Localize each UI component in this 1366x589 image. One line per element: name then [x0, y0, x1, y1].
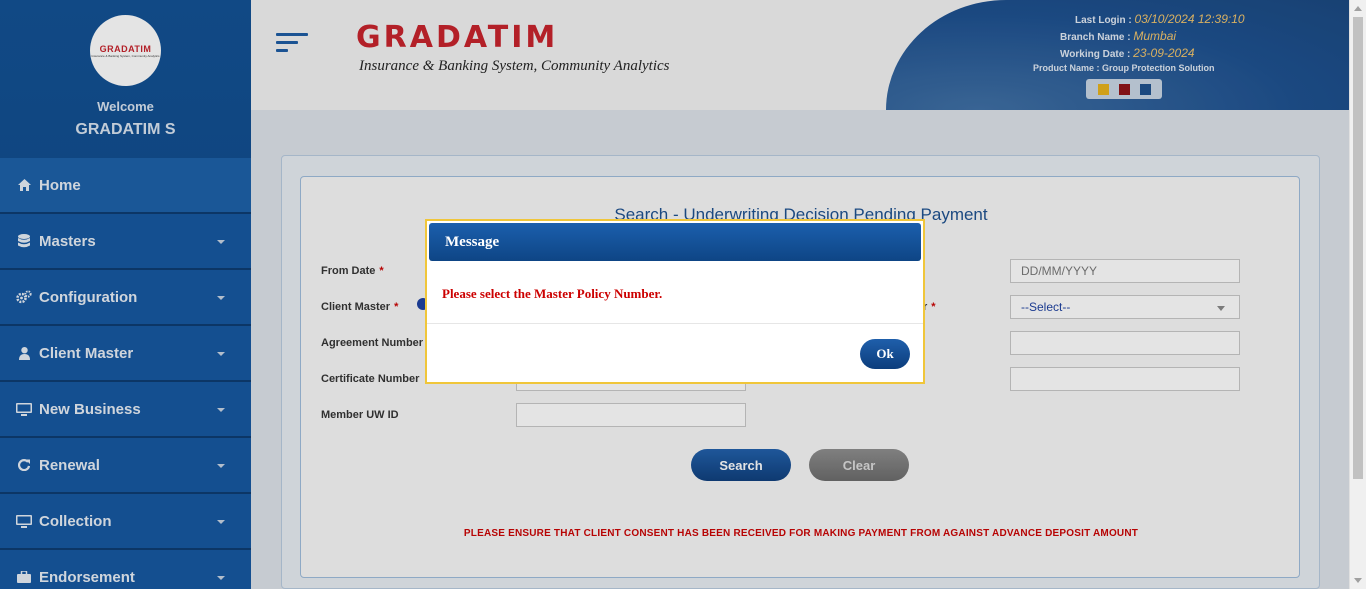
message-dialog: Message Please select the Master Policy … [425, 219, 925, 384]
ok-button[interactable]: Ok [860, 339, 910, 369]
scroll-thumb[interactable] [1353, 17, 1363, 479]
scroll-up-icon[interactable] [1354, 6, 1362, 11]
scroll-down-icon[interactable] [1354, 578, 1362, 583]
dialog-message: Please select the Master Policy Number. [442, 286, 663, 301]
page-scrollbar[interactable] [1349, 0, 1366, 589]
dialog-title: Message [429, 223, 921, 261]
dialog-divider [427, 323, 923, 324]
